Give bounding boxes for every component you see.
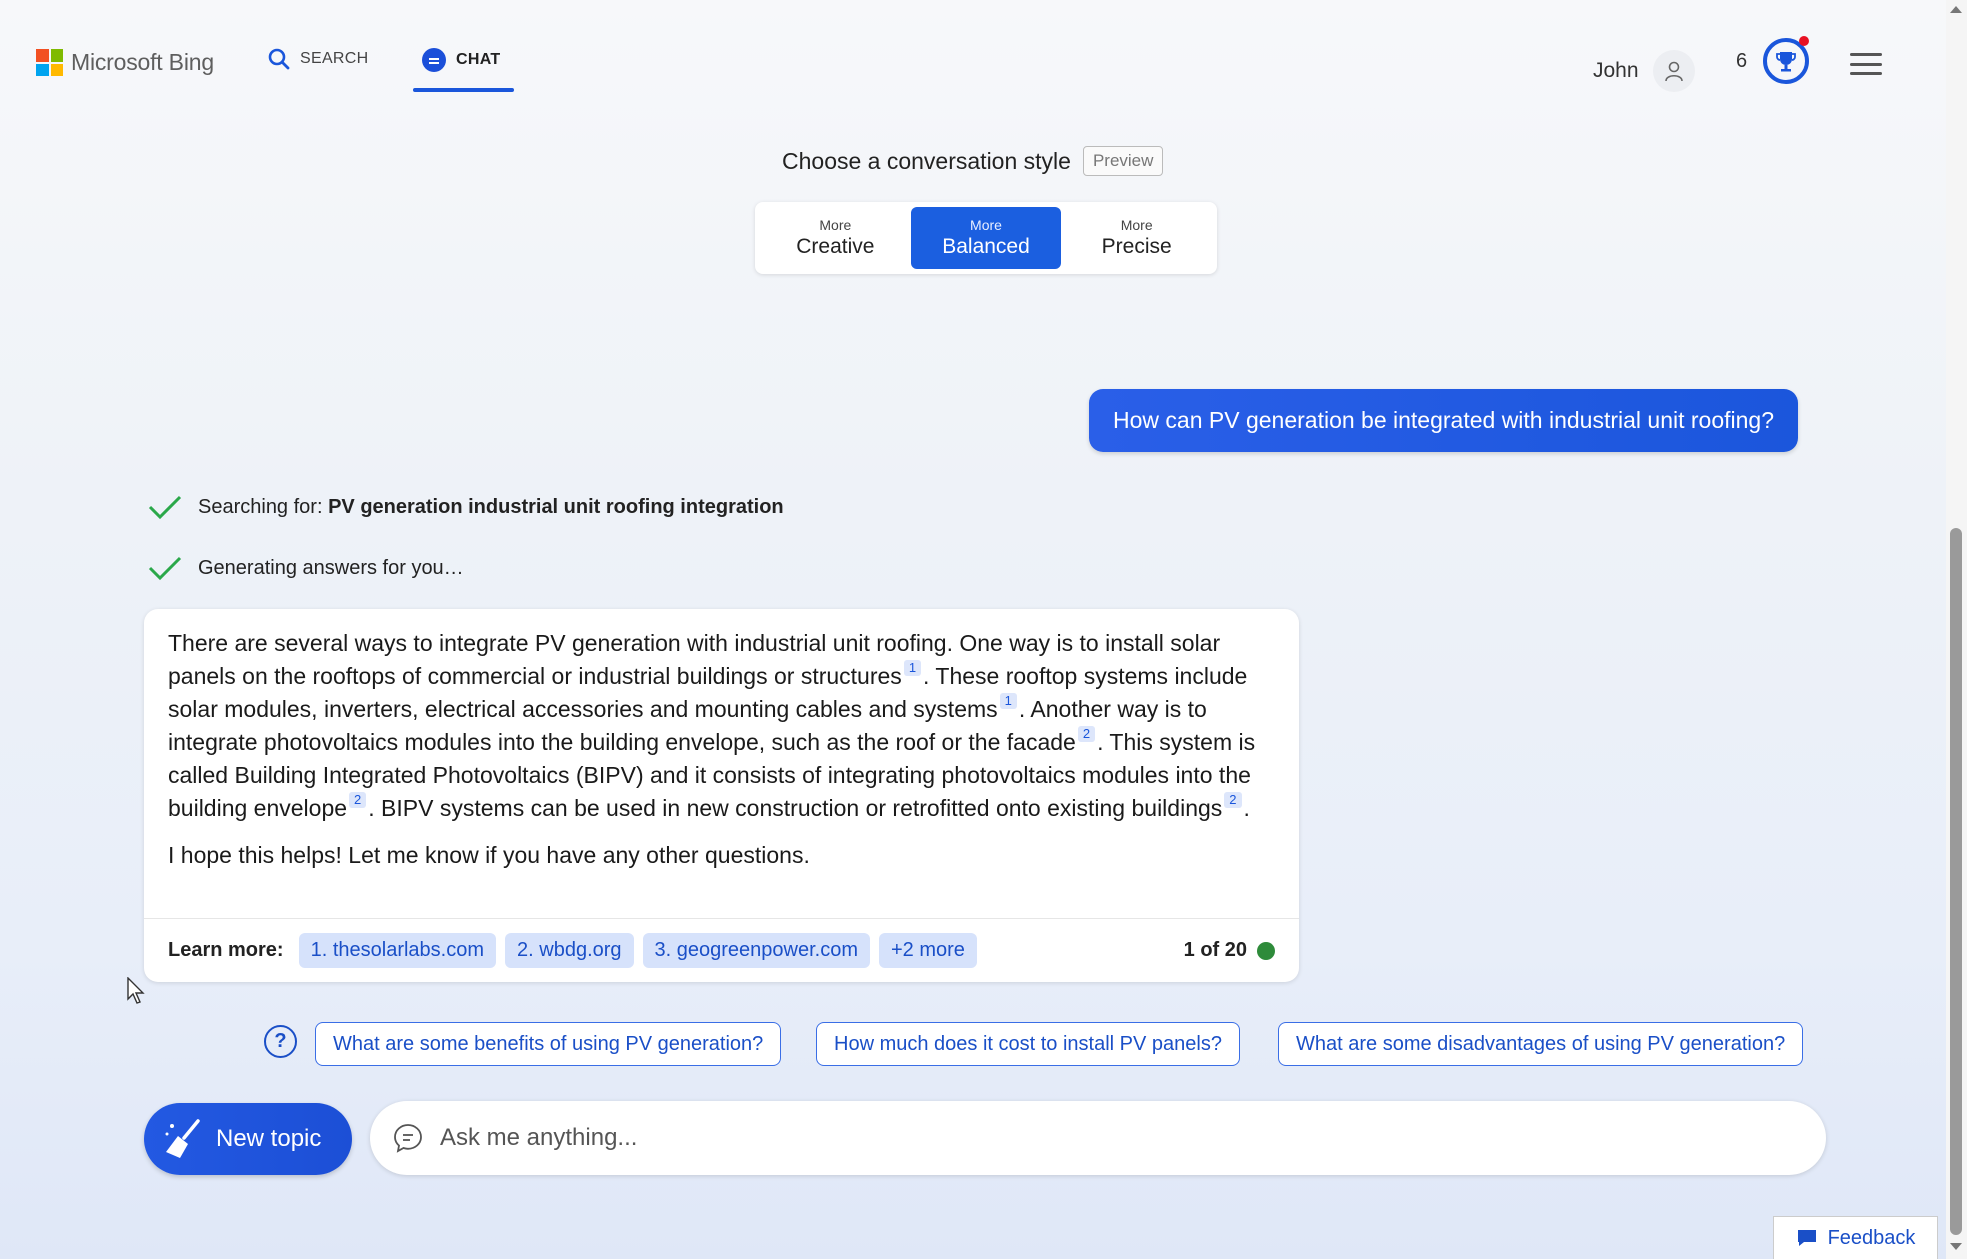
answer-segment: . BIPV systems can be used in new constr… xyxy=(368,795,1223,821)
conversation-style-picker: More Creative More Balanced More Precise xyxy=(755,202,1217,274)
mouse-cursor-icon xyxy=(127,977,145,1004)
status-query: PV generation industrial unit roofing in… xyxy=(328,495,784,518)
style-option-prefix: More xyxy=(970,217,1002,233)
answer-text: There are several ways to integrate PV g… xyxy=(144,609,1299,872)
user-account[interactable]: John xyxy=(1593,50,1695,92)
style-option-prefix: More xyxy=(1120,217,1153,233)
citation-marker[interactable]: 2 xyxy=(1224,792,1242,808)
suggestion-chip[interactable]: What are some benefits of using PV gener… xyxy=(315,1022,782,1066)
feedback-button[interactable]: Feedback xyxy=(1773,1216,1938,1259)
source-link-wbdg[interactable]: 2. wbdg.org xyxy=(505,933,634,968)
broom-icon xyxy=(165,1119,200,1158)
ask-input[interactable] xyxy=(440,1124,1740,1152)
style-option-creative[interactable]: More Creative xyxy=(760,207,911,269)
style-option-label: Creative xyxy=(796,235,875,258)
brand-name: Microsoft Bing xyxy=(71,49,214,75)
preview-badge: Preview xyxy=(1082,146,1164,176)
chat-bubble-icon xyxy=(422,48,446,72)
citation-marker[interactable]: 1 xyxy=(999,693,1017,709)
style-option-precise[interactable]: More Precise xyxy=(1061,207,1212,269)
user-name: John xyxy=(1593,59,1639,82)
status-text: Generating answers for you… xyxy=(198,556,464,579)
answer-card: There are several ways to integrate PV g… xyxy=(144,609,1299,982)
avatar xyxy=(1652,50,1695,92)
source-link-thesolarlabs[interactable]: 1. thesolarlabs.com xyxy=(298,933,497,968)
suggestion-chip[interactable]: How much does it cost to install PV pane… xyxy=(816,1022,1240,1066)
style-option-prefix: More xyxy=(819,217,852,233)
search-icon xyxy=(268,48,290,70)
nav-tab-chat-label: CHAT xyxy=(456,51,501,68)
style-option-label: Balanced xyxy=(942,235,1030,258)
style-option-balanced[interactable]: More Balanced xyxy=(910,207,1062,269)
scroll-up-arrow[interactable] xyxy=(1950,6,1962,13)
rewards-count: 6 xyxy=(1736,49,1748,72)
source-link-geogreenpower[interactable]: 3. geogreenpower.com xyxy=(642,933,870,968)
notification-dot xyxy=(1799,36,1810,46)
suggestion-chip[interactable]: What are some disadvantages of using PV … xyxy=(1278,1022,1804,1066)
answer-closing: I hope this helps! Let me know if you ha… xyxy=(168,842,810,868)
microsoft-logo-icon xyxy=(36,49,63,76)
top-bar: Microsoft Bing SEARCH CHAT John 6 xyxy=(0,0,1946,110)
active-tab-indicator xyxy=(413,88,514,92)
answer-segment: . xyxy=(1243,795,1250,821)
feedback-label: Feedback xyxy=(1827,1226,1916,1249)
rewards[interactable]: 6 xyxy=(1736,36,1810,84)
turn-counter-text: 1 of 20 xyxy=(1183,939,1247,961)
nav-tab-search[interactable]: SEARCH xyxy=(268,48,368,70)
turn-status-dot xyxy=(1257,941,1275,960)
learn-more-bar: Learn more: 1. thesolarlabs.com 2. wbdg.… xyxy=(144,918,1299,982)
learn-more-label: Learn more: xyxy=(168,939,284,961)
citation-marker[interactable]: 2 xyxy=(349,792,367,808)
new-topic-button[interactable]: New topic xyxy=(144,1103,352,1175)
citation-marker[interactable]: 1 xyxy=(903,660,922,676)
scroll-down-arrow[interactable] xyxy=(1950,1243,1962,1250)
new-topic-label: New topic xyxy=(216,1125,322,1152)
rewards-trophy-icon xyxy=(1763,36,1810,84)
chat-input-icon xyxy=(394,1124,422,1153)
more-sources-button[interactable]: +2 more xyxy=(879,933,977,968)
bing-logo[interactable]: Microsoft Bing xyxy=(36,49,214,76)
user-message-bubble: How can PV generation be integrated with… xyxy=(1089,389,1799,452)
chat-input-box[interactable] xyxy=(370,1101,1826,1175)
status-searching: Searching for: PV generation industrial … xyxy=(148,494,784,520)
turn-counter: 1 of 20 xyxy=(1184,939,1275,962)
person-icon xyxy=(1664,61,1683,82)
scrollbar-thumb[interactable] xyxy=(1950,528,1962,1235)
conversation-style-label: Choose a conversation style xyxy=(782,147,1071,174)
question-mark-icon: ? xyxy=(264,1025,297,1058)
style-option-label: Precise xyxy=(1101,235,1172,258)
citation-marker[interactable]: 2 xyxy=(1077,726,1096,742)
nav-tab-chat[interactable]: CHAT xyxy=(422,48,500,72)
feedback-icon xyxy=(1797,1230,1816,1246)
conversation-style-title: Choose a conversation style Preview xyxy=(782,146,1164,176)
menu-icon[interactable] xyxy=(1850,53,1882,75)
check-icon xyxy=(148,556,182,581)
nav-tab-search-label: SEARCH xyxy=(300,50,369,67)
trophy-icon xyxy=(1776,52,1797,72)
answer-paragraph: There are several ways to integrate PV g… xyxy=(168,627,1275,825)
check-icon xyxy=(148,495,182,520)
status-generating: Generating answers for you… xyxy=(148,555,464,581)
status-prefix: Searching for: xyxy=(198,495,329,518)
